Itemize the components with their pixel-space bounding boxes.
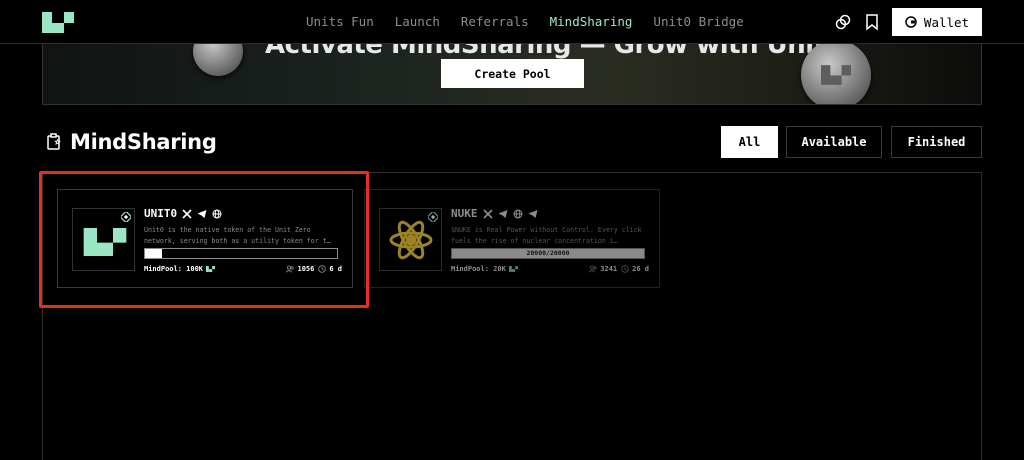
pool-card-unit0[interactable]: UNIT0 Unit0 is the native token of the U…: [57, 189, 353, 288]
participants-stat: 1056: [286, 265, 314, 273]
pool-progress-bar: [144, 248, 338, 259]
telegram-icon[interactable]: [528, 209, 538, 219]
pool-progress-bar: 20000/20000: [451, 248, 645, 259]
clipboard-star-icon: [47, 133, 61, 150]
users-icon: [286, 265, 295, 273]
clock-icon: [621, 265, 629, 273]
unit0-small-icon: [508, 266, 518, 272]
token-image: [72, 208, 135, 271]
card-title-row: NUKE: [451, 207, 538, 220]
bookmark-icon[interactable]: [863, 13, 881, 31]
token-name: UNIT0: [144, 207, 178, 220]
filter-available-button[interactable]: Available: [786, 126, 882, 158]
telegram-icon[interactable]: [498, 209, 508, 219]
link-icon[interactable]: [834, 13, 852, 31]
create-pool-button[interactable]: Create Pool: [441, 59, 584, 88]
participants-count: 3241: [600, 265, 618, 273]
page-title: MindSharing: [70, 130, 217, 154]
time-stat: 6 d: [318, 265, 342, 273]
nav-item-unit0-bridge[interactable]: Unit0 Bridge: [653, 14, 743, 29]
progress-text: [145, 249, 337, 258]
nav-item-referrals[interactable]: Referrals: [461, 14, 529, 29]
wallet-icon: [905, 16, 917, 28]
section-header: MindSharing: [46, 130, 217, 154]
coin-graphic: [801, 44, 871, 104]
card-stats: 3241 26 d: [589, 265, 649, 273]
globe-icon[interactable]: [513, 209, 523, 219]
mindpool-info: MindPool: 20K: [451, 265, 518, 273]
mindpool-label: MindPool: 20K: [451, 265, 506, 273]
users-icon: [589, 265, 597, 273]
days-remaining: 26 d: [632, 265, 649, 273]
pool-card-nuke[interactable]: NUKE $NUKE is Real Power without Control…: [364, 189, 660, 288]
participants-stat: 3241: [589, 265, 617, 273]
coin-graphic: [193, 44, 243, 76]
wallet-button[interactable]: Wallet: [892, 8, 982, 36]
globe-icon[interactable]: [212, 209, 222, 219]
atom-icon: [389, 220, 433, 260]
promo-banner: Activate MindSharing — Grow with Unit0 C…: [42, 44, 982, 105]
nav-item-units-fun[interactable]: Units Fun: [306, 14, 374, 29]
wallet-label: Wallet: [923, 14, 970, 30]
time-stat: 26 d: [621, 265, 649, 273]
progress-text: 20000/20000: [526, 249, 570, 257]
verified-badge-icon: [121, 212, 131, 222]
verified-badge-icon: [428, 212, 438, 222]
unit0-logo-icon[interactable]: [42, 12, 74, 33]
clock-icon: [318, 265, 327, 273]
card-title-row: UNIT0: [144, 207, 222, 220]
mindpool-info: MindPool: 100K: [144, 265, 216, 273]
unit0-small-icon: [206, 266, 216, 272]
telegram-icon[interactable]: [197, 209, 207, 219]
unit0-coin-icon: [821, 65, 851, 85]
token-description: Unit0 is the native token of the Unit Ze…: [144, 226, 331, 245]
token-image: [379, 208, 442, 271]
nav-item-mindsharing[interactable]: MindSharing: [550, 14, 633, 29]
filter-finished-button[interactable]: Finished: [891, 126, 982, 158]
card-footer: MindPool: 100K 1056 6 d: [144, 265, 342, 273]
unit0-token-icon: [83, 228, 127, 256]
x-twitter-icon[interactable]: [182, 208, 192, 219]
main-nav: Units Fun Launch Referrals MindSharing U…: [306, 14, 744, 29]
card-footer: MindPool: 20K 3241 26 d: [451, 265, 649, 273]
card-stats: 1056 6 d: [286, 265, 342, 273]
token-name: NUKE: [451, 207, 478, 220]
top-navigation-bar: Units Fun Launch Referrals MindSharing U…: [0, 0, 1024, 44]
days-remaining: 6 d: [329, 265, 342, 273]
filter-all-button[interactable]: All: [721, 126, 778, 158]
x-twitter-icon[interactable]: [482, 208, 493, 219]
token-description: $NUKE is Real Power without Control. Eve…: [451, 226, 642, 245]
participants-count: 1056: [297, 265, 315, 273]
banner-headline: Activate MindSharing — Grow with Unit0: [265, 44, 844, 60]
nav-item-launch[interactable]: Launch: [395, 14, 440, 29]
mindpool-label: MindPool: 100K: [144, 265, 204, 273]
